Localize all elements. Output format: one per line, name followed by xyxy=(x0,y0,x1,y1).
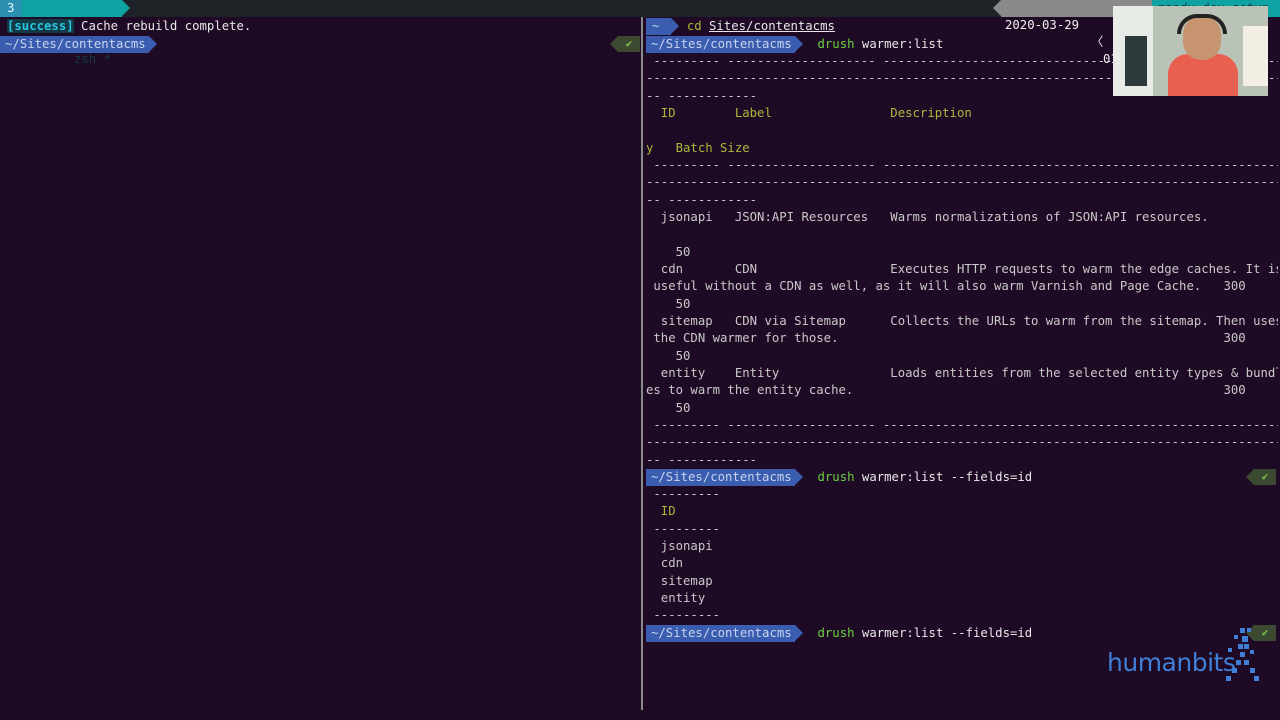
active-window-tab[interactable]: 1 〉 zsh * xyxy=(22,0,122,66)
table-line: -- ------------ xyxy=(646,452,758,467)
prompt-line-1: ~/Sites/contentacms drush warmer:list xyxy=(646,36,943,53)
ids-line: --------- xyxy=(646,487,721,501)
prompt-path: ~/Sites/contentacms xyxy=(646,469,795,486)
table-line: -- ------------ xyxy=(646,192,758,207)
table-line: ----------------------------------------… xyxy=(646,435,1278,450)
status-date: 2020-03-29 xyxy=(1005,18,1080,32)
ids-line: entity xyxy=(646,590,706,605)
prompt-path: ~/Sites/contentacms xyxy=(646,625,795,642)
command-bin: drush xyxy=(817,626,855,640)
person-shirt xyxy=(1168,54,1238,96)
prompt-path: ~/Sites/contentacms xyxy=(646,36,795,53)
table-line: 50 xyxy=(646,244,691,259)
ids-line: ID xyxy=(646,504,676,519)
window-index[interactable]: 3 xyxy=(0,0,22,17)
prompt-arrow-icon xyxy=(794,625,803,641)
table-line: jsonapi JSON:API Resources Warms normali… xyxy=(646,209,1209,224)
prompt-arrow-icon xyxy=(794,36,803,52)
table-line: --------- -------------------- ---------… xyxy=(653,157,1278,172)
table-line: ID Label Description xyxy=(646,105,972,120)
ids-line: sitemap xyxy=(646,573,713,588)
check-icon: ✔ xyxy=(610,36,640,52)
table-line: Frequenc xyxy=(646,122,1278,139)
ids-line: --------- xyxy=(646,521,721,536)
table-line: es to warm the entity cache. 300 xyxy=(646,383,1246,398)
logo-text: humanbits xyxy=(1107,648,1236,677)
table-line: 50 xyxy=(646,296,691,311)
table-line: y Batch Size xyxy=(646,140,750,155)
table-line: cdn CDN Executes HTTP requests to warm t… xyxy=(646,261,1278,276)
success-message: Cache rebuild complete. xyxy=(73,19,252,33)
date-arrow-icon xyxy=(993,0,1001,16)
webcam-overlay xyxy=(1113,6,1268,96)
door-shape xyxy=(1125,36,1147,86)
ids-line: --------- xyxy=(646,608,721,623)
command-args: warmer:list xyxy=(861,37,944,51)
prompt-line-3: ~/Sites/contentacms drush warmer:list --… xyxy=(646,625,1032,642)
ids-line: jsonapi xyxy=(646,538,713,553)
pane-title: zsh * xyxy=(74,52,112,66)
cd-command: cd xyxy=(686,19,702,33)
table-line: the CDN warmer for those. 300 xyxy=(646,331,1246,346)
tab-arrow-icon xyxy=(122,0,130,16)
chevron-left-icon: 〈 xyxy=(1091,35,1104,49)
runner-icon xyxy=(1226,628,1259,681)
left-prompt: ~/Sites/contentacms xyxy=(0,36,157,53)
table-line: sitemap CDN via Sitemap Collects the URL… xyxy=(646,313,1278,328)
prompt-arrow-icon xyxy=(148,36,157,52)
table-line: 300 xyxy=(646,226,1278,243)
table-line: entity Entity Loads entities from the se… xyxy=(646,365,1278,380)
humanbits-logo: humanbits xyxy=(1107,648,1236,677)
command-bin: drush xyxy=(817,470,855,484)
background-poster xyxy=(1243,26,1268,86)
tmux-status-bar: 3 1 〉 zsh * 2020-03-29 〈 01:56 mandy-dev… xyxy=(0,0,1280,66)
cd-line: ~ cd Sites/contentacms xyxy=(646,18,835,35)
cd-argument: Sites/contentacms xyxy=(709,19,835,33)
command-bin: drush xyxy=(817,37,855,51)
success-line: [success] Cache rebuild complete. xyxy=(7,18,251,35)
check-icon: ✔ xyxy=(1246,469,1276,485)
prompt-line-2: ~/Sites/contentacms drush warmer:list --… xyxy=(646,469,1032,486)
pane-divider[interactable] xyxy=(641,17,643,710)
command-args: warmer:list --fields=id xyxy=(861,626,1033,640)
table-line: ----------------------------------------… xyxy=(646,175,1278,190)
table-line: --------- -------------------- ---------… xyxy=(653,417,1278,432)
success-tag: [success] xyxy=(7,19,74,33)
headphones-icon xyxy=(1177,14,1227,34)
prompt-arrow-icon xyxy=(794,469,803,485)
cd-tilde: ~ xyxy=(646,18,672,35)
prompt-path: ~/Sites/contentacms xyxy=(0,36,149,53)
table-line: 50 xyxy=(646,400,691,415)
command-args: warmer:list --fields=id xyxy=(861,470,1033,484)
table-line: 50 xyxy=(646,348,691,363)
ids-line: cdn xyxy=(646,556,684,571)
table-line: useful without a CDN as well, as it will… xyxy=(646,279,1246,294)
